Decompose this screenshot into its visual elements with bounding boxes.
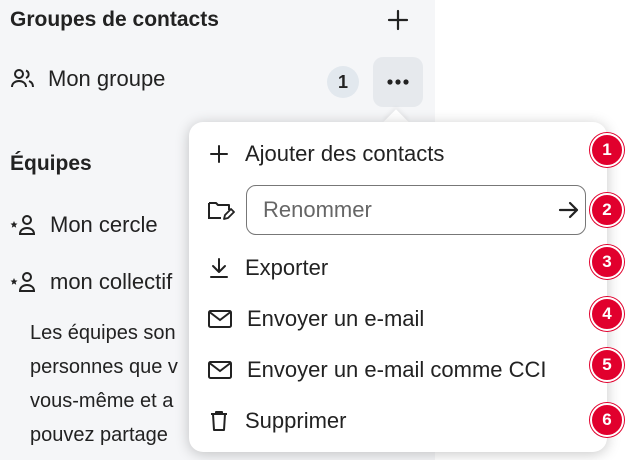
plus-icon (210, 145, 228, 163)
group-more-button[interactable] (373, 57, 423, 107)
menu-item-label: Envoyer un e-mail (247, 306, 425, 331)
step-marker-1: 1 (590, 133, 624, 167)
mail-icon (208, 361, 232, 379)
team-item-mon-collectif[interactable]: mon collectif (10, 269, 172, 295)
plus-icon (387, 9, 409, 31)
menu-item-delete[interactable]: Supprimer (207, 401, 346, 441)
description-line: Les équipes son (30, 322, 176, 344)
arrow-right-icon (558, 201, 579, 219)
rename-submit-button[interactable] (553, 188, 585, 232)
add-contact-group-button[interactable] (383, 5, 413, 35)
rename-input[interactable] (261, 196, 553, 224)
description-line: vous-même et a (30, 390, 174, 412)
description-line: pouvez partage (30, 424, 168, 446)
menu-item-label: Ajouter des contacts (245, 141, 445, 166)
step-marker-2: 2 (590, 193, 624, 227)
group-icon (11, 69, 34, 88)
menu-item-add-contacts[interactable]: Ajouter des contacts (207, 134, 444, 174)
step-marker-4: 4 (590, 297, 624, 331)
teams-title: Équipes (10, 152, 92, 175)
group-item-mon-groupe[interactable]: Mon groupe (10, 66, 165, 92)
mail-icon (208, 310, 232, 328)
team-star-person-icon (10, 215, 36, 235)
trash-icon (211, 411, 227, 431)
menu-item-send-email[interactable]: Envoyer un e-mail (207, 299, 424, 339)
menu-item-label: Exporter (245, 255, 329, 280)
teams-description: Les équipes son personnes que v vous-mêm… (30, 316, 200, 452)
step-marker-5: 5 (590, 348, 624, 382)
team-star-person-icon (10, 272, 36, 292)
step-marker-3: 3 (590, 245, 624, 279)
folder-edit-icon (208, 202, 235, 220)
menu-item-label: Envoyer un e-mail comme CCI (247, 357, 547, 382)
team-label: Mon cercle (50, 212, 158, 237)
team-item-mon-cercle[interactable]: Mon cercle (10, 212, 158, 238)
group-label: Mon groupe (48, 66, 166, 91)
more-horizontal-icon (387, 79, 409, 85)
group-count-badge: 1 (327, 66, 359, 98)
step-marker-6: 6 (590, 403, 624, 437)
rename-field (246, 185, 586, 235)
group-actions-menu: Ajouter des contacts Exporter Envoyer un… (189, 122, 607, 452)
contact-groups-title: Groupes de contacts (10, 8, 219, 31)
menu-item-export[interactable]: Exporter (207, 248, 328, 288)
team-label: mon collectif (50, 269, 173, 294)
description-line: personnes que v (30, 356, 178, 378)
download-icon (210, 258, 228, 278)
menu-item-label: Supprimer (245, 408, 347, 433)
menu-item-send-email-bcc[interactable]: Envoyer un e-mail comme CCI (207, 350, 547, 390)
